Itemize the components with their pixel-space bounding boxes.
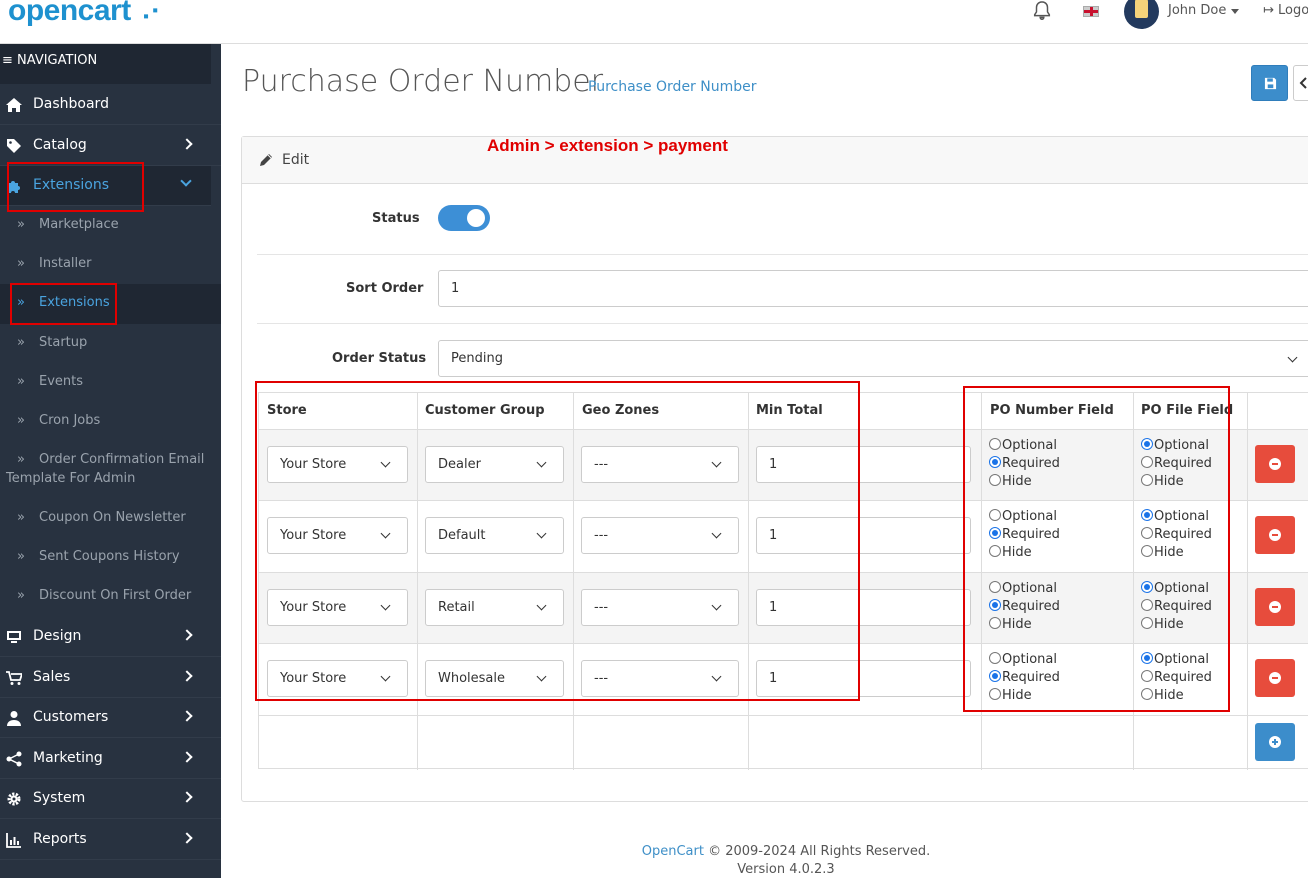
double-chevron-icon: » [17,452,25,467]
sort-order-input[interactable]: 1 [438,270,1308,307]
footer: OpenCart © 2009-2024 All Rights Reserved… [0,843,1308,878]
remove-row-button[interactable] [1255,659,1295,697]
footer-version: Version 4.0.2.3 [737,862,835,877]
order-status-select[interactable]: Pending [438,340,1308,377]
cart-logo-icon: ⠠⠂ [134,0,167,25]
double-chevron-icon: » [17,510,25,525]
double-chevron-icon: » [17,256,25,271]
card-title: Edit [282,152,310,168]
chevron-down-icon [180,175,192,187]
bell-icon[interactable] [1031,0,1053,22]
sidebar-item-dashboard[interactable]: Dashboard [0,85,221,125]
sidebar-item-system[interactable]: System [0,779,221,819]
double-chevron-icon: » [17,413,25,428]
opencart-logo[interactable]: opencart ⠠⠂ [8,0,166,28]
chevron-right-icon [181,629,193,641]
user-icon [7,711,21,726]
user-name[interactable]: John Doe [1168,3,1226,18]
footer-brand-link[interactable]: OpenCart [642,844,704,859]
back-arrow-icon [1299,77,1307,89]
floppy-icon [1264,77,1277,90]
sidebar-sub-order-confirmation[interactable]: » Order Confirmation Email Template For Ad… [0,452,221,492]
sidebar-item-sales[interactable]: Sales [0,658,221,698]
chevron-right-icon [181,138,193,150]
annotation-box [255,381,860,701]
nav-header[interactable]: ≡ NAVIGATION [0,44,211,84]
card-header: Edit [242,137,1308,184]
chevron-down-icon [1287,352,1298,363]
chevron-right-icon [181,710,193,722]
sort-order-label: Sort Order [346,281,424,296]
chevron-right-icon [181,670,193,682]
remove-row-button[interactable] [1255,516,1295,554]
language-flag-icon[interactable] [1083,6,1099,17]
double-chevron-icon: » [17,588,25,603]
toggle-knob [467,209,485,227]
monitor-icon [7,631,21,643]
chevron-right-icon [181,751,193,763]
sidebar-item-design[interactable]: Design [0,617,221,657]
save-button[interactable] [1251,65,1288,101]
order-status-label: Order Status [332,351,427,366]
page-title: Purchase Order Number [242,64,604,99]
sidebar-item-customers[interactable]: Customers [0,698,221,738]
chevron-down-icon[interactable] [1231,9,1239,14]
sidebar-item-marketing[interactable]: Marketing [0,739,221,779]
chevron-right-icon [181,791,193,803]
annotation-box [10,283,117,325]
cart-icon [6,671,22,685]
column-divider [1247,393,1248,770]
pencil-icon [260,154,272,166]
status-label: Status [372,211,420,226]
status-toggle[interactable] [438,205,490,231]
back-button[interactable] [1293,65,1308,101]
chevron-right-icon [181,832,193,844]
annotation-box [963,386,1230,712]
gear-icon [7,792,21,806]
tag-icon [7,139,21,153]
annotation-box [7,162,144,212]
home-icon [6,98,22,112]
top-header: opencart⠠⠂ John Doe ↦ Logout [0,0,1308,44]
share-icon [6,751,22,767]
logout-link[interactable]: ↦ Logout [1263,3,1308,18]
double-chevron-icon: » [17,335,25,350]
add-row-button[interactable] [1255,723,1295,761]
sidebar-item-catalog[interactable]: Catalog [0,126,221,166]
avatar[interactable] [1124,0,1159,29]
menu-icon: ≡ [2,53,13,68]
remove-row-button[interactable] [1255,445,1295,483]
double-chevron-icon: » [17,374,25,389]
double-chevron-icon: » [17,549,25,564]
logout-icon: ↦ [1263,3,1274,18]
form-divider [257,323,1308,324]
double-chevron-icon: » [17,217,25,232]
form-divider [257,254,1308,255]
remove-row-button[interactable] [1255,588,1295,626]
annotation-label: Admin > extension > payment [487,136,728,155]
breadcrumb[interactable]: Purchase Order Number [588,79,757,95]
